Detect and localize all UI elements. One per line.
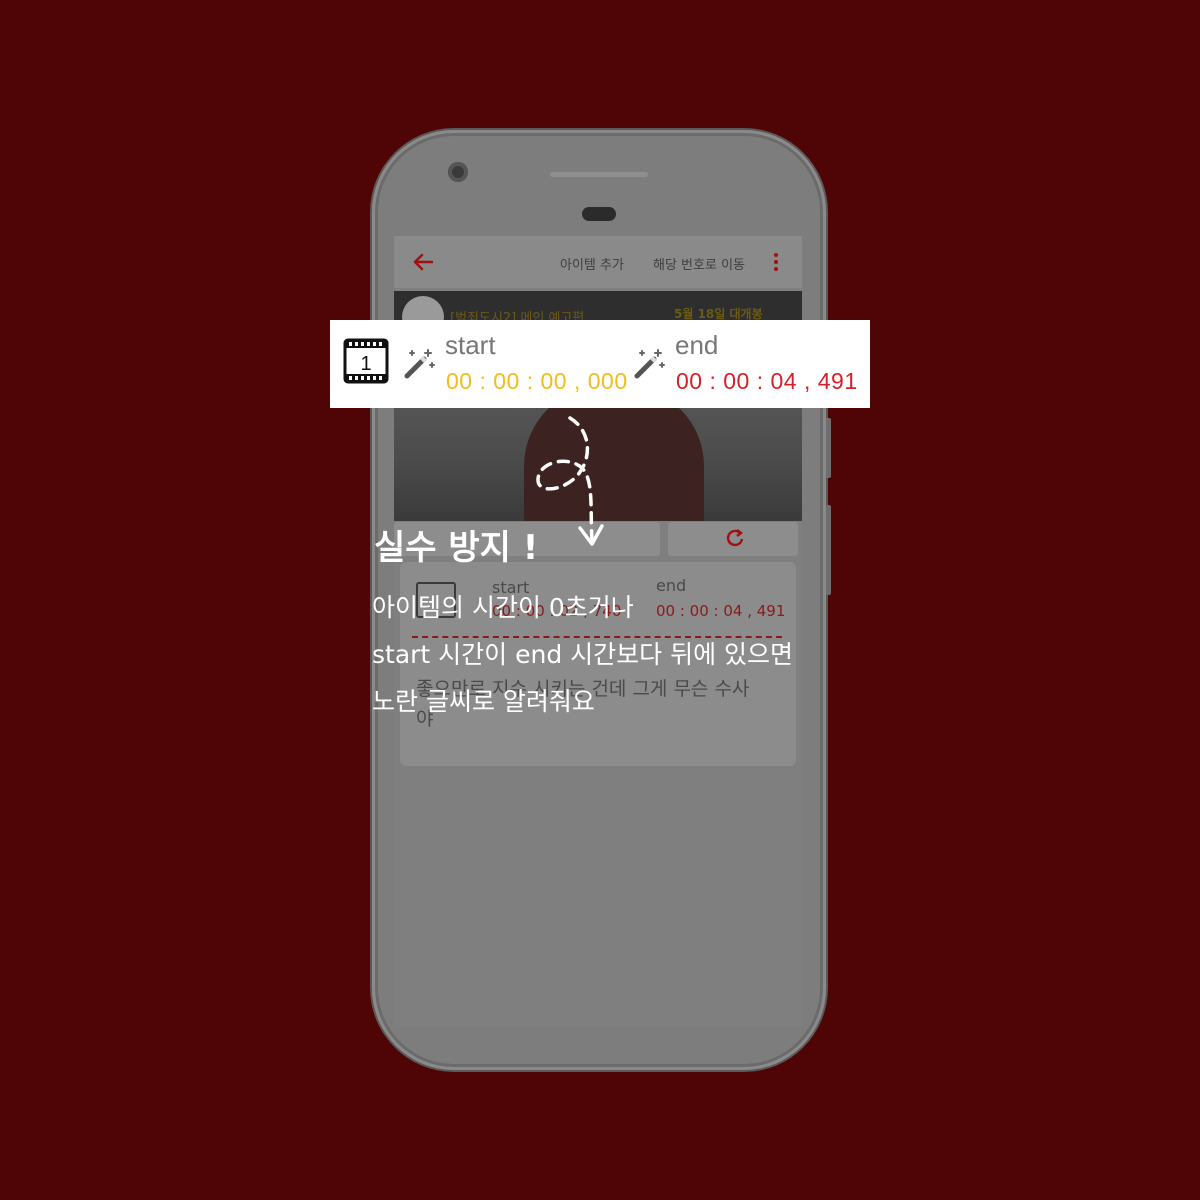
card-end-label: end [656, 576, 687, 595]
time-row-highlight: 1 start 00 : 00 : 00 , 000 end 00 : 00 :… [330, 320, 870, 408]
callout-line-1: 아이템의 시간이 0초거나 [372, 593, 634, 622]
speaker-grille [550, 172, 648, 177]
front-camera-icon [448, 162, 468, 182]
callout-line-2: start 시간이 end 시간보다 뒤에 있으면 [372, 640, 794, 669]
start-label: start [445, 330, 496, 360]
magic-wand-icon[interactable] [632, 346, 666, 380]
callout-line-3: 노란 글씨로 알려줘요 [372, 687, 595, 716]
start-time[interactable]: 00 : 00 : 00 , 000 [446, 368, 628, 395]
app-bar: 아이템 추가 해당 번호로 이동 [394, 236, 802, 288]
goto-number-button[interactable]: 해당 번호로 이동 [653, 254, 745, 273]
power-button [826, 505, 831, 595]
clapper-number: 1 [360, 353, 371, 375]
callout-title: 실수 방지 ! [374, 528, 539, 568]
volume-button [826, 418, 831, 478]
magic-wand-icon[interactable] [402, 346, 436, 380]
clapperboard-icon: 1 [343, 338, 389, 384]
more-vertical-icon[interactable] [774, 253, 780, 273]
card-end-time[interactable]: 00 : 00 : 04 , 491 [656, 602, 785, 620]
earpiece [582, 207, 616, 221]
reload-icon [725, 528, 745, 553]
end-time[interactable]: 00 : 00 : 04 , 491 [676, 368, 858, 395]
arrow-left-icon[interactable] [412, 252, 434, 272]
end-label: end [675, 330, 719, 360]
add-item-button[interactable]: 아이템 추가 [560, 254, 624, 273]
